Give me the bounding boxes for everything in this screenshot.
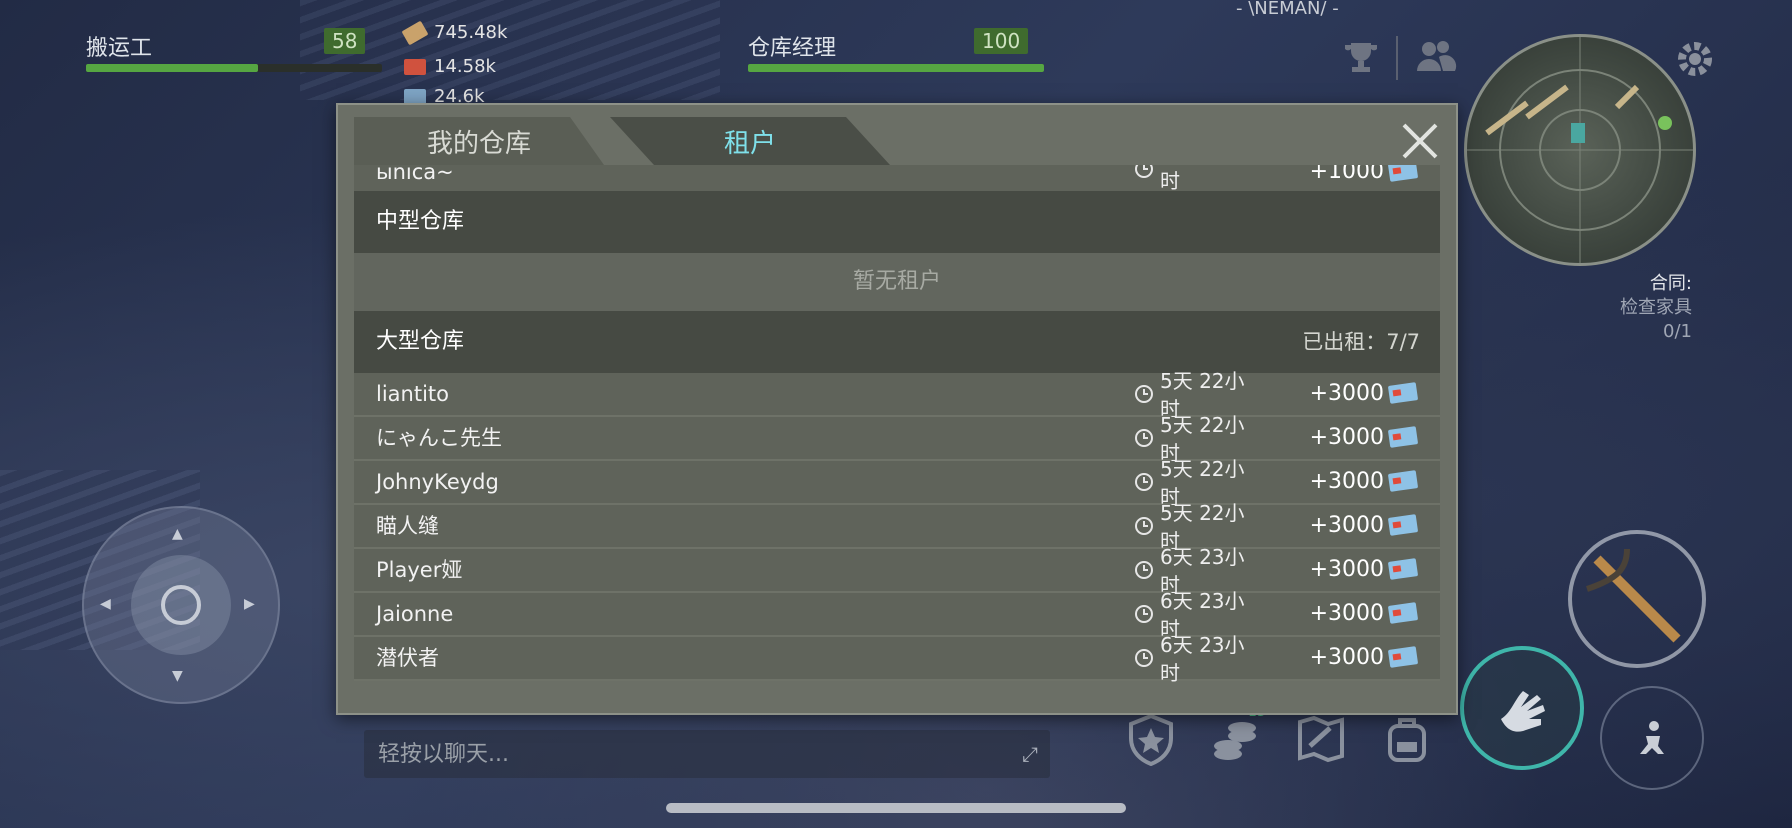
contract-task: 检查家具 bbox=[1620, 297, 1692, 318]
section-title: 中型仓库 bbox=[376, 209, 465, 234]
arrow-up-icon: ▲ bbox=[172, 526, 183, 542]
hand-icon[interactable] bbox=[1460, 646, 1584, 770]
clock-icon bbox=[1135, 473, 1153, 491]
rent-reward: +3000 bbox=[1309, 469, 1384, 494]
resource-value: 14.58k bbox=[434, 56, 496, 77]
movement-joystick[interactable]: ▲ ▼ ◀ ▶ bbox=[82, 506, 280, 704]
player-tag: - \NEMAN/ - bbox=[1236, 0, 1339, 19]
card-money-icon bbox=[1388, 602, 1418, 624]
tenant-name: Jaionne bbox=[376, 602, 454, 626]
clock-icon bbox=[1135, 385, 1153, 403]
star-badge-icon[interactable] bbox=[1122, 710, 1180, 768]
rent-reward: +3000 bbox=[1309, 425, 1384, 450]
arrow-left-icon: ◀ bbox=[100, 596, 111, 612]
job-label: 搬运工 bbox=[86, 36, 153, 61]
contract-progress: 0/1 bbox=[1663, 321, 1692, 342]
rented-count: 已出租：7/7 bbox=[1302, 330, 1420, 354]
job-level: 58 bbox=[324, 28, 366, 54]
clock-icon bbox=[1135, 649, 1153, 667]
tenant-name: 瞄人缝 bbox=[376, 514, 439, 538]
rent-reward: +1000 bbox=[1309, 165, 1384, 184]
chat-bar[interactable]: ⤢ bbox=[364, 730, 1050, 778]
section-title: 大型仓库 bbox=[376, 329, 465, 354]
clock-icon bbox=[1135, 605, 1153, 623]
arrow-right-icon: ▶ bbox=[244, 596, 255, 612]
tenant-list[interactable]: ыnica~ 时 +1000 中型仓库 暂无租户 大型仓库 已出租：7/7 li… bbox=[354, 165, 1440, 695]
rent-reward: +3000 bbox=[1309, 513, 1384, 538]
job-progress-fill bbox=[86, 64, 258, 72]
job-progress-track bbox=[748, 64, 1044, 72]
table-row: Player娅 6天 23小时 +3000 bbox=[354, 545, 1440, 597]
divider bbox=[1396, 36, 1398, 80]
rent-time: 6天 23小时 bbox=[1160, 633, 1245, 685]
table-row: 瞄人缝 5天 22小时 +3000 bbox=[354, 501, 1440, 553]
joystick-knob[interactable] bbox=[131, 555, 231, 655]
table-row: Jaionne 6天 23小时 +3000 bbox=[354, 589, 1440, 641]
resource-cash: 14.58k bbox=[404, 56, 496, 77]
close-icon[interactable] bbox=[1400, 121, 1440, 161]
card-money-icon bbox=[1388, 382, 1418, 404]
arrow-down-icon: ▼ bbox=[172, 668, 183, 684]
resource-nails: 745.48k bbox=[401, 20, 508, 45]
tenant-name: にゃんこ先生 bbox=[376, 426, 502, 450]
tenant-name: Player娅 bbox=[376, 558, 463, 582]
card-money-icon bbox=[1388, 426, 1418, 448]
section-medium-warehouse: 中型仓库 bbox=[354, 191, 1440, 253]
tenant-name: JohnyKeydg bbox=[376, 470, 499, 494]
coins-icon[interactable] bbox=[1206, 712, 1264, 770]
clock-icon bbox=[1135, 561, 1153, 579]
crossbow-icon[interactable] bbox=[1568, 530, 1706, 668]
clock-icon bbox=[1135, 429, 1153, 447]
job-progress-fill bbox=[748, 64, 1044, 72]
list-item: ыnica~ 时 +1000 bbox=[354, 165, 1440, 193]
empty-state: 暂无租户 bbox=[354, 253, 1440, 311]
nails-icon bbox=[401, 20, 429, 45]
tenant-name: liantito bbox=[376, 382, 449, 406]
clock-icon bbox=[1135, 165, 1153, 178]
table-row: にゃんこ先生 5天 22小时 +3000 bbox=[354, 413, 1440, 465]
tab-my-warehouse[interactable]: 我的仓库 bbox=[354, 117, 604, 165]
friends-icon[interactable] bbox=[1410, 34, 1460, 80]
card-money-icon bbox=[1388, 558, 1418, 580]
minimap[interactable] bbox=[1464, 34, 1696, 266]
resource-value: 745.48k bbox=[434, 22, 508, 43]
job-level: 100 bbox=[974, 28, 1029, 54]
contract-title: 合同: bbox=[1649, 273, 1692, 294]
cash-icon bbox=[404, 58, 426, 75]
card-money-icon bbox=[1388, 514, 1418, 536]
warehouse-dialog: 我的仓库 租户 ыnica~ 时 +1000 中型仓库 暂无租户 大型仓库 已出… bbox=[336, 103, 1458, 715]
chat-input[interactable] bbox=[364, 740, 1010, 768]
home-indicator[interactable] bbox=[666, 803, 1126, 813]
table-row: JohnyKeydg 5天 22小时 +3000 bbox=[354, 457, 1440, 509]
card-money-icon bbox=[1388, 646, 1418, 668]
rent-reward: +3000 bbox=[1309, 381, 1384, 406]
rent-reward: +3000 bbox=[1309, 557, 1384, 582]
expand-icon[interactable]: ⤢ bbox=[1010, 742, 1050, 766]
tab-tenants[interactable]: 租户 bbox=[610, 117, 890, 165]
card-money-icon bbox=[1388, 470, 1418, 492]
map-icon[interactable] bbox=[1292, 710, 1350, 768]
clock-icon bbox=[1135, 517, 1153, 535]
crouch-icon[interactable] bbox=[1600, 686, 1704, 790]
job-label: 仓库经理 bbox=[748, 36, 837, 61]
rent-reward: +3000 bbox=[1309, 601, 1384, 626]
section-large-warehouse: 大型仓库 已出租：7/7 bbox=[354, 311, 1440, 373]
card-money-icon bbox=[1388, 165, 1418, 182]
table-row: 潜伏者 6天 23小时 +3000 bbox=[354, 633, 1440, 685]
contract-panel[interactable]: 合同: 检查家具 0/1 bbox=[1620, 272, 1692, 344]
trophy-icon[interactable] bbox=[1338, 34, 1384, 80]
tab-bar: 我的仓库 租户 bbox=[354, 117, 914, 165]
tenant-name: ыnica~ bbox=[376, 165, 454, 184]
backpack-icon[interactable] bbox=[1378, 710, 1436, 768]
tenant-name: 潜伏者 bbox=[376, 646, 439, 670]
job-progress-track bbox=[86, 64, 382, 72]
rent-reward: +3000 bbox=[1309, 645, 1384, 670]
table-row: liantito 5天 22小时 +3000 bbox=[354, 369, 1440, 421]
